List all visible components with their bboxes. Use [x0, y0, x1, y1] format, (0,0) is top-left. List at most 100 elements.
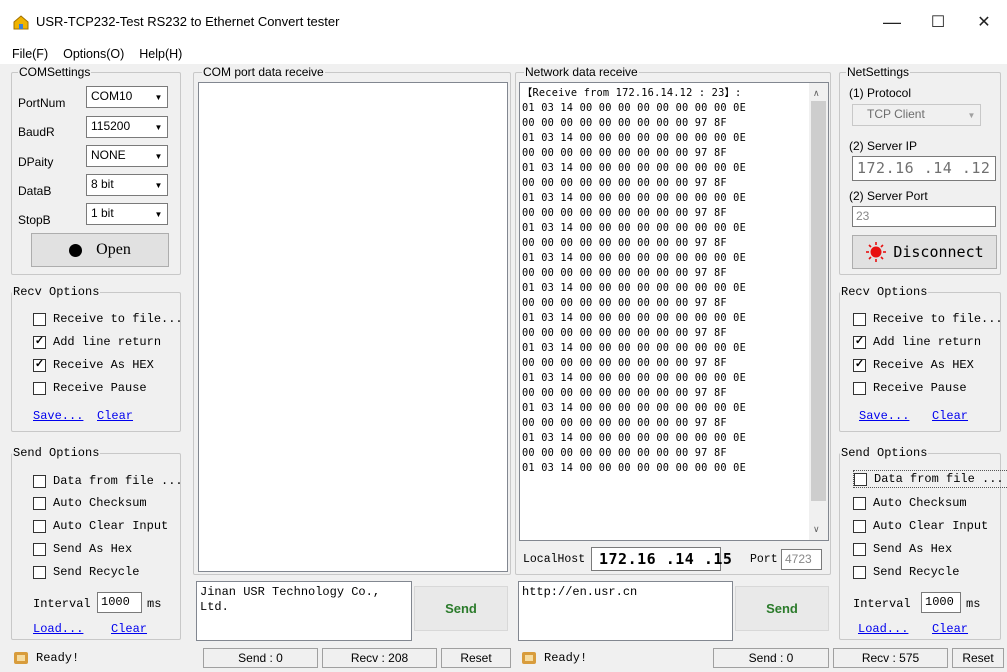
- right-interval-label: Interval: [853, 597, 911, 611]
- left-data-from-file-checkbox[interactable]: Data from file ...: [33, 474, 183, 488]
- right-load-link[interactable]: Load...: [858, 622, 908, 636]
- close-button[interactable]: ✕: [961, 0, 1007, 44]
- log-line: 01 03 14 00 00 00 00 00 00 00 00 0E: [522, 462, 746, 474]
- scrollbar-thumb[interactable]: [811, 101, 826, 501]
- server-ip-label: (2) Server IP: [849, 139, 918, 153]
- right-receive-to-file-checkbox[interactable]: Receive to file...: [853, 312, 1003, 326]
- right-send-clear-link[interactable]: Clear: [932, 622, 968, 636]
- left-receive-as-hex-checkbox[interactable]: ✓ Receive As HEX: [33, 358, 154, 372]
- right-send-recycle-checkbox[interactable]: Send Recycle: [853, 565, 959, 579]
- left-send-as-hex-checkbox[interactable]: Send As Hex: [33, 542, 132, 556]
- receive-header-line: 【Receive from 172.16.14.12 : 23】:: [522, 87, 742, 99]
- left-send-count: Send : 0: [203, 648, 318, 668]
- left-recv-clear-link[interactable]: Clear: [97, 409, 133, 423]
- com-receive-textarea[interactable]: [198, 82, 508, 572]
- datab-select[interactable]: 8 bit ▼: [86, 174, 168, 196]
- log-line: 00 00 00 00 00 00 00 00 00 97 8F: [522, 117, 727, 129]
- maximize-button[interactable]: ☐: [915, 0, 961, 44]
- left-receive-to-file-checkbox[interactable]: Receive to file...: [33, 312, 183, 326]
- left-save-link[interactable]: Save...: [33, 409, 83, 423]
- right-interval-input[interactable]: 1000: [921, 592, 961, 613]
- left-interval-label: Interval: [33, 597, 91, 611]
- app-icon: [13, 15, 29, 30]
- log-line: 01 03 14 00 00 00 00 00 00 00 00 0E: [522, 282, 746, 294]
- right-status: Ready!: [522, 651, 587, 665]
- server-port-input[interactable]: 23: [852, 206, 996, 227]
- left-send-recycle-checkbox[interactable]: Send Recycle: [33, 565, 139, 579]
- right-recv-clear-link[interactable]: Clear: [932, 409, 968, 423]
- scroll-up-icon[interactable]: ∧: [813, 88, 820, 99]
- log-line: 00 00 00 00 00 00 00 00 00 97 8F: [522, 237, 727, 249]
- log-line: 00 00 00 00 00 00 00 00 00 97 8F: [522, 147, 727, 159]
- left-auto-clear-input-checkbox[interactable]: Auto Clear Input: [33, 519, 168, 533]
- log-line: 00 00 00 00 00 00 00 00 00 97 8F: [522, 327, 727, 339]
- ready-icon: [14, 652, 28, 664]
- left-add-line-return-checkbox[interactable]: ✓ Add line return: [33, 335, 161, 349]
- menu-help[interactable]: Help(H): [129, 47, 187, 61]
- left-load-link[interactable]: Load...: [33, 622, 83, 636]
- net-receive-log: 【Receive from 172.16.14.12 : 23】: 01 03 1…: [522, 86, 746, 476]
- stopb-select[interactable]: 1 bit ▼: [86, 203, 168, 225]
- net-receive-title: Network data receive: [524, 65, 639, 79]
- right-send-options-title: Send Options: [840, 446, 929, 460]
- ready-icon: [522, 652, 536, 664]
- baudr-select[interactable]: 115200 ▼: [86, 116, 168, 138]
- right-send-as-hex-checkbox[interactable]: Send As Hex: [853, 542, 952, 556]
- right-receive-as-hex-checkbox[interactable]: ✓ Receive As HEX: [853, 358, 974, 372]
- net-receive-scrollbar[interactable]: ∧ ∨: [809, 83, 828, 540]
- log-line: 00 00 00 00 00 00 00 00 00 97 8F: [522, 177, 727, 189]
- portnum-select[interactable]: COM10 ▼: [86, 86, 168, 108]
- left-send-clear-link[interactable]: Clear: [111, 622, 147, 636]
- minimize-button[interactable]: —: [869, 0, 915, 44]
- scroll-down-icon[interactable]: ∨: [813, 524, 820, 535]
- right-ready-text: Ready!: [544, 651, 588, 665]
- right-reset-button[interactable]: Reset: [952, 648, 1004, 668]
- log-line: 01 03 14 00 00 00 00 00 00 00 00 0E: [522, 132, 746, 144]
- right-auto-clear-input-checkbox[interactable]: Auto Clear Input: [853, 519, 988, 533]
- right-auto-checksum-checkbox[interactable]: Auto Checksum: [853, 496, 967, 510]
- menu-options[interactable]: Options(O): [53, 47, 129, 61]
- com-send-input[interactable]: Jinan USR Technology Co., Ltd.: [196, 581, 412, 641]
- log-line: 01 03 14 00 00 00 00 00 00 00 00 0E: [522, 192, 746, 204]
- protocol-label: (1) Protocol: [849, 86, 912, 100]
- disconnect-button[interactable]: Disconnect: [852, 235, 997, 269]
- left-send-options-title: Send Options: [12, 446, 101, 460]
- chevron-down-icon: ▼: [154, 92, 163, 102]
- local-port-label: Port: [750, 553, 778, 566]
- dparity-select[interactable]: NONE ▼: [86, 145, 168, 167]
- local-port-input[interactable]: 4723: [781, 549, 822, 570]
- left-ready-text: Ready!: [36, 651, 80, 665]
- log-line: 00 00 00 00 00 00 00 00 00 97 8F: [522, 387, 727, 399]
- menu-file[interactable]: File(F): [0, 47, 53, 61]
- left-reset-button[interactable]: Reset: [441, 648, 511, 668]
- right-save-link[interactable]: Save...: [859, 409, 909, 423]
- left-receive-pause-checkbox[interactable]: Receive Pause: [33, 381, 147, 395]
- log-line: 01 03 14 00 00 00 00 00 00 00 00 0E: [522, 342, 746, 354]
- log-line: 01 03 14 00 00 00 00 00 00 00 00 0E: [522, 162, 746, 174]
- chevron-down-icon: ▼: [154, 122, 163, 132]
- left-interval-input[interactable]: 1000: [97, 592, 142, 613]
- stopb-label: StopB: [18, 213, 51, 227]
- right-add-line-return-checkbox[interactable]: ✓ Add line return: [853, 335, 981, 349]
- left-auto-checksum-checkbox[interactable]: Auto Checksum: [33, 496, 147, 510]
- com-send-button[interactable]: Send: [414, 586, 508, 631]
- right-data-from-file-checkbox[interactable]: Data from file ...: [853, 470, 1007, 488]
- dparity-label: DPaity: [18, 155, 54, 169]
- right-receive-pause-checkbox[interactable]: Receive Pause: [853, 381, 967, 395]
- server-ip-input[interactable]: 172.16 .14 .12: [852, 156, 996, 181]
- net-settings-title: NetSettings: [846, 65, 911, 79]
- localhost-input[interactable]: 172.16 .14 .15: [591, 547, 732, 571]
- log-line: 01 03 14 00 00 00 00 00 00 00 00 0E: [522, 252, 746, 264]
- left-recv-options-title: Recv Options: [12, 285, 101, 299]
- net-send-input[interactable]: http://en.usr.cn: [518, 581, 733, 641]
- chevron-down-icon: ▼: [154, 209, 163, 219]
- net-receive-textarea[interactable]: 【Receive from 172.16.14.12 : 23】: 01 03 1…: [519, 82, 829, 541]
- led-icon: [866, 242, 887, 262]
- log-line: 00 00 00 00 00 00 00 00 00 97 8F: [522, 207, 727, 219]
- log-line: 01 03 14 00 00 00 00 00 00 00 00 0E: [522, 222, 746, 234]
- chevron-down-icon: ▼: [154, 151, 163, 161]
- protocol-select[interactable]: TCP Client ▼: [852, 104, 981, 126]
- left-interval-unit: ms: [147, 597, 162, 611]
- net-send-button[interactable]: Send: [735, 586, 829, 631]
- open-button[interactable]: Open: [31, 233, 169, 267]
